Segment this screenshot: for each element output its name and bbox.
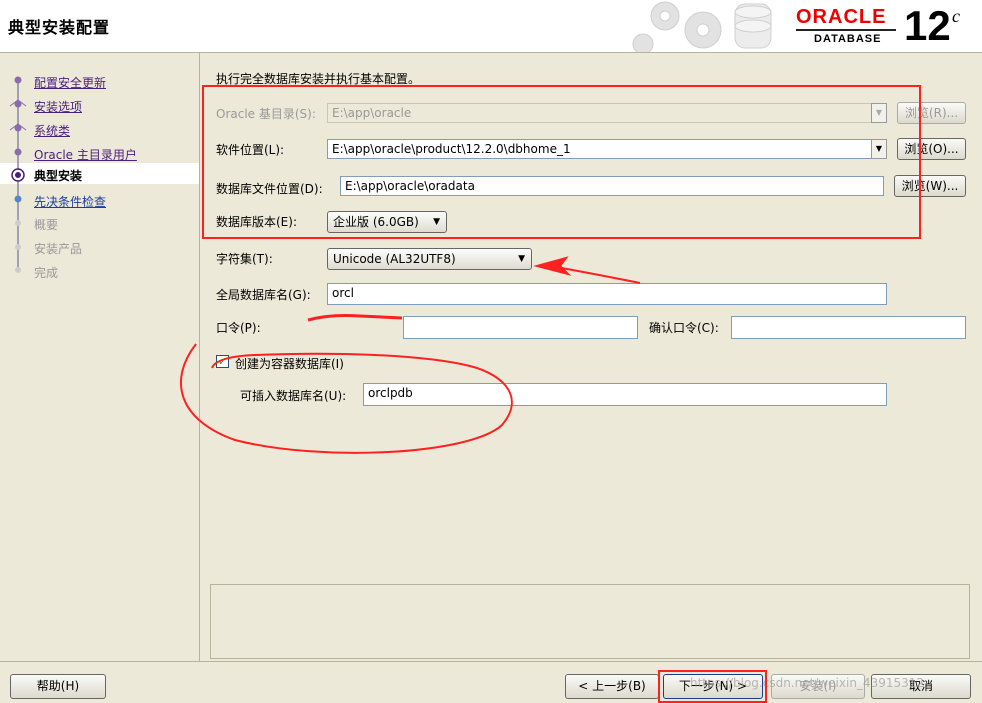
browse-db-file-location-button[interactable]: 浏览(W)... xyxy=(894,175,966,197)
help-button[interactable]: 帮助(H) xyxy=(10,674,106,699)
software-location-label: 软件位置(L): xyxy=(216,143,285,157)
confirm-password-label: 确认口令(C): xyxy=(649,321,719,335)
step-security-updates[interactable]: 配置安全更新 xyxy=(34,74,106,91)
step-finish: 完成 xyxy=(34,266,59,280)
database-logo-text: DATABASE xyxy=(814,33,882,45)
steps-timeline xyxy=(9,76,27,273)
charset-select[interactable]: Unicode (AL32UTF8) ▼ xyxy=(327,248,532,270)
version-number: 12 xyxy=(904,2,951,49)
oracle-logo: ORACLE xyxy=(796,6,887,28)
confirm-password-field[interactable] xyxy=(731,316,966,339)
pluggable-db-name-label: 可插入数据库名(U): xyxy=(240,389,347,403)
charset-label: 字符集(T): xyxy=(216,252,273,266)
intro-text: 执行完全数据库安装并执行基本配置。 xyxy=(216,72,421,86)
gears-graphic xyxy=(632,1,772,52)
page-title: 典型安装配置 xyxy=(8,18,111,37)
chevron-down-icon: ▼ xyxy=(518,254,525,264)
pluggable-db-name-field[interactable]: orclpdb xyxy=(363,383,887,406)
password-label: 口令(P): xyxy=(216,321,261,335)
software-location-field[interactable]: E:\app\oracle\product\12.2.0\dbhome_1 xyxy=(327,139,872,159)
browse-oracle-base-button: 浏览(R)... xyxy=(897,102,966,124)
step-install-options[interactable]: 安装选项 xyxy=(34,98,82,115)
header-banner: 典型安装配置 ORACLE DATABASE 12 c xyxy=(0,0,982,53)
step-oracle-home-user[interactable]: Oracle 主目录用户 xyxy=(34,146,137,163)
container-db-label[interactable]: 创建为容器数据库(I) xyxy=(235,355,344,372)
oracle-base-field: E:\app\oracle xyxy=(327,103,872,123)
global-db-name-label: 全局数据库名(G): xyxy=(216,288,311,302)
db-edition-label: 数据库版本(E): xyxy=(216,215,297,229)
message-area xyxy=(210,584,970,659)
step-summary: 概要 xyxy=(34,218,59,232)
watermark-text: https://blog.csdn.net/weixin_43915312 xyxy=(690,676,925,690)
back-button[interactable]: < 上一步(B) xyxy=(565,674,659,699)
chevron-down-icon: ▼ xyxy=(433,217,440,227)
footer-divider xyxy=(0,661,982,662)
db-file-location-label: 数据库文件位置(D): xyxy=(216,182,323,196)
step-install-product: 安装产品 xyxy=(34,242,83,256)
version-suffix: c xyxy=(952,6,960,26)
browse-software-location-button[interactable]: 浏览(O)... xyxy=(897,138,966,160)
db-edition-select[interactable]: 企业版 (6.0GB) ▼ xyxy=(327,211,447,233)
software-location-dropdown-icon[interactable]: ▼ xyxy=(871,139,887,159)
oracle-base-dropdown-icon: ▼ xyxy=(871,103,887,123)
logo-divider xyxy=(796,29,896,31)
step-prereq-checks[interactable]: 先决条件检查 xyxy=(34,193,106,210)
db-edition-value: 企业版 (6.0GB) xyxy=(333,215,419,229)
step-typical-install: 典型安装 xyxy=(34,169,83,183)
password-field[interactable] xyxy=(403,316,638,339)
oracle-base-label: Oracle 基目录(S): xyxy=(216,107,316,121)
global-db-name-field[interactable]: orcl xyxy=(327,283,887,305)
container-db-checkbox[interactable]: ✓ xyxy=(216,355,229,368)
charset-value: Unicode (AL32UTF8) xyxy=(333,252,456,266)
step-system-class[interactable]: 系统类 xyxy=(34,122,70,139)
db-file-location-field[interactable]: E:\app\oracle\oradata xyxy=(340,176,884,196)
steps-sidebar xyxy=(0,53,200,661)
